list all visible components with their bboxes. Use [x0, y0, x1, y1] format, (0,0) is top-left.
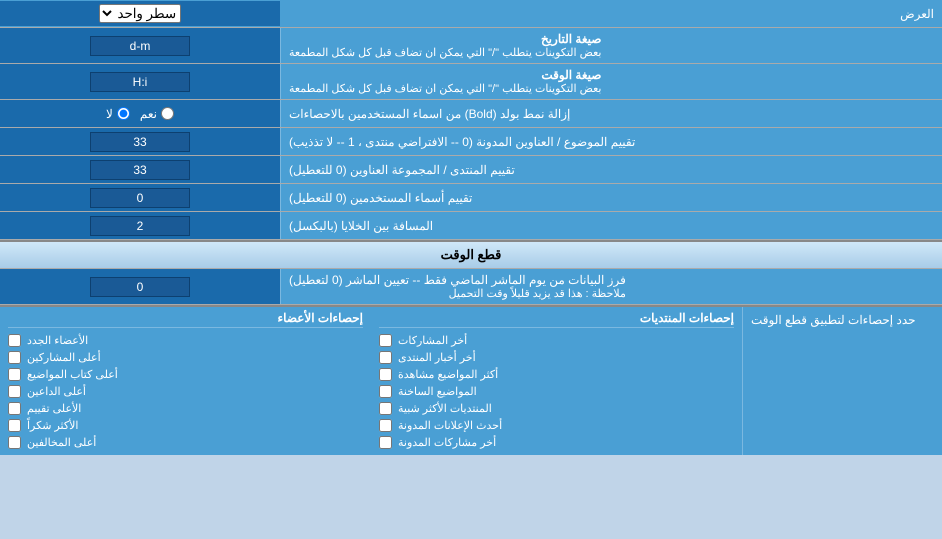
- cutoff-days-input[interactable]: [90, 277, 190, 297]
- forum-order-label: تقييم المنتدى / المجموعة العناوين (0 للت…: [280, 156, 942, 183]
- cutoff-section-title: قطع الوقت: [441, 247, 502, 262]
- display-input-container: سطر واحد سطران ثلاثة أسطر: [0, 1, 280, 26]
- checkbox-hot-topics[interactable]: [379, 385, 392, 398]
- stats-item-top-rated: الأعلى تقييم: [8, 400, 363, 417]
- stats-columns: إحصاءات المنتديات أخر المشاركات أخر أخبا…: [0, 307, 742, 455]
- row-usernames-order: تقييم أسماء المستخدمين (0 للتعطيل): [0, 184, 942, 212]
- checkbox-new-members[interactable]: [8, 334, 21, 347]
- checkbox-forum-news[interactable]: [379, 351, 392, 364]
- row-cutoff-days: فرز البيانات من يوم الماشر الماضي فقط --…: [0, 269, 942, 305]
- cell-spacing-input[interactable]: [90, 216, 190, 236]
- stats-label: حدد إحصاءات لتطبيق قطع الوقت: [742, 307, 942, 455]
- checkbox-blog-posts[interactable]: [379, 436, 392, 449]
- bold-remove-label: إزالة نمط بولد (Bold) من اسماء المستخدمي…: [280, 100, 942, 127]
- row-forum-order: تقييم المنتدى / المجموعة العناوين (0 للت…: [0, 156, 942, 184]
- stats-item-most-thanked: الأكثر شكراً: [8, 417, 363, 434]
- date-format-input[interactable]: [90, 36, 190, 56]
- row-topic-order: تقييم الموضوع / العناوين المدونة (0 -- ا…: [0, 128, 942, 156]
- stats-col-members: إحصاءات الأعضاء الأعضاء الجدد أعلى المشا…: [0, 307, 371, 455]
- row-date-format: صيغة التاريخ بعض التكوينات يتطلب "/" الت…: [0, 28, 942, 64]
- stats-item-top-violators: أعلى المخالفين: [8, 434, 363, 451]
- forum-order-text: تقييم المنتدى / المجموعة العناوين (0 للت…: [289, 163, 515, 177]
- forum-order-input[interactable]: [90, 160, 190, 180]
- checkbox-last-posts[interactable]: [379, 334, 392, 347]
- cutoff-days-note: ملاحظة : هذا قد يزيد قليلاً وقت التحميل: [289, 287, 626, 300]
- stats-members-title: إحصاءات الأعضاء: [8, 311, 363, 328]
- row-bold-remove: إزالة نمط بولد (Bold) من اسماء المستخدمي…: [0, 100, 942, 128]
- display-label: العرض: [280, 3, 942, 25]
- stats-item-forum-news: أخر أخبار المنتدى: [379, 349, 734, 366]
- row-time-format: صيغة الوقت بعض التكوينات يتطلب "/" التي …: [0, 64, 942, 100]
- checkbox-top-rated[interactable]: [8, 402, 21, 415]
- bold-radio-yes[interactable]: [161, 107, 174, 120]
- checkbox-announcements[interactable]: [379, 419, 392, 432]
- stats-item-top-posters: أعلى المشاركين: [8, 349, 363, 366]
- usernames-order-input-container: [0, 184, 280, 211]
- date-format-label: صيغة التاريخ بعض التكوينات يتطلب "/" الت…: [280, 28, 942, 63]
- date-format-desc: بعض التكوينات يتطلب "/" التي يمكن ان تضا…: [289, 46, 601, 59]
- cutoff-days-label: فرز البيانات من يوم الماشر الماضي فقط --…: [280, 269, 942, 304]
- checkbox-most-thanked[interactable]: [8, 419, 21, 432]
- stats-item-hot-topics: المواضيع الساخنة: [379, 383, 734, 400]
- display-select[interactable]: سطر واحد سطران ثلاثة أسطر: [99, 4, 181, 23]
- cutoff-days-input-container: [0, 269, 280, 304]
- bold-radio-yes-label[interactable]: نعم: [140, 107, 174, 121]
- time-format-title: صيغة الوقت: [289, 68, 601, 82]
- stats-item-similar-forums: المنتديات الأكثر شبية: [379, 400, 734, 417]
- stats-item-blog-posts: أخر مشاركات المدونة: [379, 434, 734, 451]
- stats-item-new-members: الأعضاء الجدد: [8, 332, 363, 349]
- time-format-input-container: [0, 64, 280, 99]
- date-format-input-container: [0, 28, 280, 63]
- checkbox-top-violators[interactable]: [8, 436, 21, 449]
- cutoff-section-header: قطع الوقت: [0, 240, 942, 269]
- time-format-desc: بعض التكوينات يتطلب "/" التي يمكن ان تضا…: [289, 82, 601, 95]
- topic-order-input[interactable]: [90, 132, 190, 152]
- checkbox-top-posters[interactable]: [8, 351, 21, 364]
- topic-order-input-container: [0, 128, 280, 155]
- stats-col-forums: إحصاءات المنتديات أخر المشاركات أخر أخبا…: [371, 307, 742, 455]
- usernames-order-input[interactable]: [90, 188, 190, 208]
- stats-item-top-inviters: أعلى الداعين: [8, 383, 363, 400]
- stats-label-text: حدد إحصاءات لتطبيق قطع الوقت: [751, 313, 916, 327]
- cell-spacing-input-container: [0, 212, 280, 239]
- bold-radio-no-label[interactable]: لا: [106, 107, 130, 121]
- topic-order-text: تقييم الموضوع / العناوين المدونة (0 -- ا…: [289, 135, 635, 149]
- forum-order-input-container: [0, 156, 280, 183]
- stats-item-top-topic-writers: أعلى كتاب المواضيع: [8, 366, 363, 383]
- time-format-input[interactable]: [90, 72, 190, 92]
- row-display: العرض سطر واحد سطران ثلاثة أسطر: [0, 0, 942, 28]
- stats-item-last-posts: أخر المشاركات: [379, 332, 734, 349]
- time-format-label: صيغة الوقت بعض التكوينات يتطلب "/" التي …: [280, 64, 942, 99]
- main-container: العرض سطر واحد سطران ثلاثة أسطر صيغة الت…: [0, 0, 942, 455]
- stats-item-announcements: أحدث الإعلانات المدونة: [379, 417, 734, 434]
- stats-forums-title: إحصاءات المنتديات: [379, 311, 734, 328]
- cell-spacing-label: المسافة بين الخلايا (بالبكسل): [280, 212, 942, 239]
- date-format-title: صيغة التاريخ: [289, 32, 601, 46]
- checkbox-most-viewed[interactable]: [379, 368, 392, 381]
- bold-radio-no[interactable]: [117, 107, 130, 120]
- checkbox-top-inviters[interactable]: [8, 385, 21, 398]
- stats-item-most-viewed: أكثر المواضيع مشاهدة: [379, 366, 734, 383]
- usernames-order-text: تقييم أسماء المستخدمين (0 للتعطيل): [289, 191, 472, 205]
- bold-remove-text: إزالة نمط بولد (Bold) من اسماء المستخدمي…: [289, 107, 570, 121]
- checkbox-top-topic-writers[interactable]: [8, 368, 21, 381]
- topic-order-label: تقييم الموضوع / العناوين المدونة (0 -- ا…: [280, 128, 942, 155]
- stats-section: حدد إحصاءات لتطبيق قطع الوقت إحصاءات الم…: [0, 305, 942, 455]
- bold-radio-group: نعم لا: [106, 107, 174, 121]
- cell-spacing-text: المسافة بين الخلايا (بالبكسل): [289, 219, 433, 233]
- checkbox-similar-forums[interactable]: [379, 402, 392, 415]
- row-cell-spacing: المسافة بين الخلايا (بالبكسل): [0, 212, 942, 240]
- bold-remove-input-container: نعم لا: [0, 100, 280, 127]
- usernames-order-label: تقييم أسماء المستخدمين (0 للتعطيل): [280, 184, 942, 211]
- cutoff-days-text: فرز البيانات من يوم الماشر الماضي فقط --…: [289, 273, 626, 287]
